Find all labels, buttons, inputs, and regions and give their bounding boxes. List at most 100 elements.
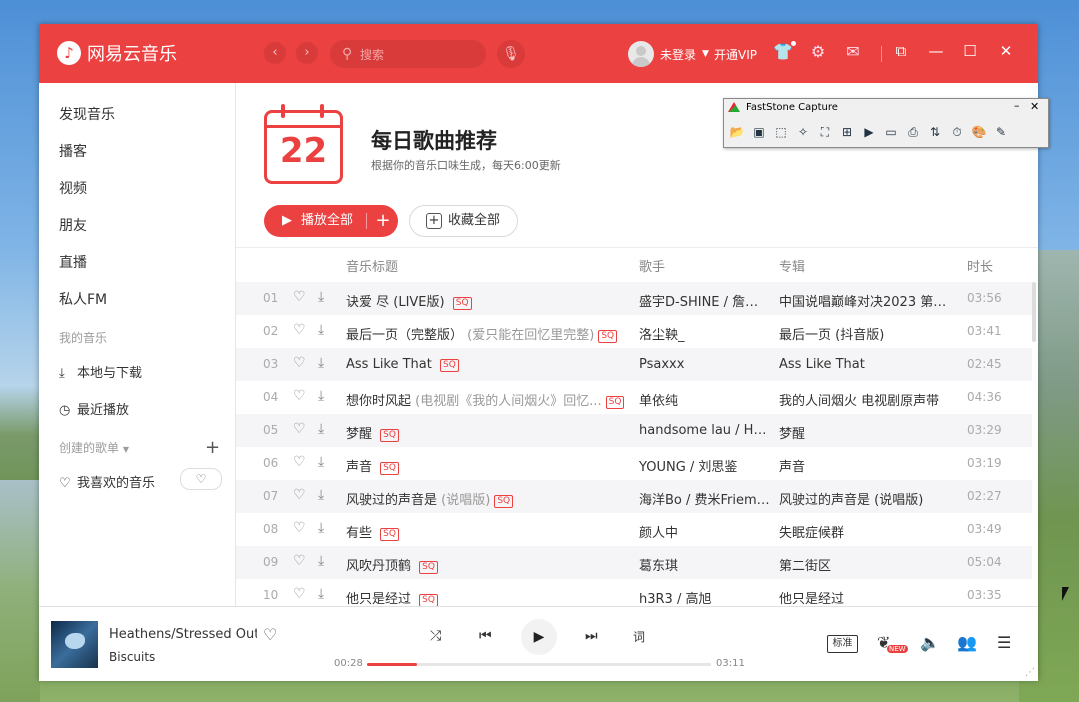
like-heart-icon[interactable]: ♡ [293,520,306,536]
sidebar-item-live[interactable]: 直播 [59,252,87,272]
open-file-icon[interactable]: 📂 [728,123,746,141]
ruler-icon[interactable]: ▭ [882,123,900,141]
song-title[interactable]: 他只是经过 SQ [346,588,631,606]
download-icon[interactable]: ⤓ [318,520,324,536]
column-header-title[interactable]: 音乐标题 [346,256,398,275]
like-heart-icon[interactable]: ♡ [293,421,306,437]
download-icon[interactable]: ⤓ [318,454,324,470]
song-title[interactable]: 风驶过的声音是 (说唱版) SQ [346,489,631,508]
vip-link[interactable]: 开通VIP [714,46,757,63]
column-header-artist[interactable]: 歌手 [639,256,665,275]
song-album[interactable]: 他只是经过 [779,588,951,606]
song-album[interactable]: 风驶过的声音是 (说唱版) [779,489,951,508]
chevron-down-icon[interactable]: ▼ [702,49,709,59]
capture-fixed-region-icon[interactable]: ⊞ [838,123,856,141]
login-link[interactable]: 未登录 [660,46,696,63]
now-playing-title[interactable]: Heathens/Stressed Out [109,627,257,642]
table-row[interactable]: 04 ♡ ⤓ 想你时风起 (电视剧《我的人间烟火》回忆... SQ 单依纯 我的人间烟火 电… [236,381,1032,414]
table-row[interactable]: 07 ♡ ⤓ 风驶过的声音是 (说唱版) SQ 海洋Bo / 费米Frieme ... 风驶… [236,480,1032,513]
song-title[interactable]: 想你时风起 (电视剧《我的人间烟火》回忆... SQ [346,390,631,409]
song-artist[interactable]: 洛尘鞅_ [639,324,771,343]
download-icon[interactable]: ⤓ [318,322,324,338]
song-album[interactable]: 梦醒 [779,423,951,442]
search-box[interactable]: ⚲ [330,40,486,70]
download-icon[interactable]: ⤓ [318,421,324,437]
table-row[interactable]: 06 ♡ ⤓ 声音 SQ YOUNG / 刘思鉴 声音 03:19 [236,447,1032,480]
song-album[interactable]: 我的人间烟火 电视剧原声带 [779,390,951,409]
search-input[interactable] [358,40,482,70]
table-row[interactable]: 05 ♡ ⤓ 梦醒 SQ handsome lau / HYF... 梦醒 03:29 [236,414,1032,447]
like-heart-icon[interactable]: ♡ [293,322,306,338]
now-playing-artist[interactable]: Biscuits [109,650,155,664]
download-icon[interactable]: ⤓ [318,487,324,503]
song-artist[interactable]: 单依纯 [639,390,771,409]
column-header-duration[interactable]: 时长 [967,256,993,275]
add-playlist-button[interactable]: + [205,437,220,458]
sidebar-item-recent[interactable]: ◷ 最近播放 [59,399,129,418]
playlist-queue-icon[interactable]: ☰ [997,633,1011,652]
song-title[interactable]: 最后一页（完整版） (爱只能在回忆里完整) SQ [346,324,631,343]
lyrics-button[interactable]: 词 [633,628,645,645]
close-icon[interactable]: ✕ [996,42,1016,60]
back-button[interactable]: ‹ [264,42,286,64]
color-picker-icon[interactable]: 🎨 [970,123,988,141]
like-heart-icon[interactable]: ♡ [293,553,306,569]
close-icon[interactable]: ✕ [1030,100,1039,113]
song-artist[interactable]: 颜人中 [639,522,771,541]
table-row[interactable]: 03 ♡ ⤓ Ass Like That SQ Psaxxx Ass Like That 0… [236,348,1032,381]
scroll-capture-icon[interactable]: ⇅ [926,123,944,141]
sidebar-item-podcast[interactable]: 播客 [59,141,87,161]
mail-icon[interactable]: ✉ [842,42,864,61]
quality-button[interactable]: 标准 [827,635,858,653]
like-heart-icon[interactable]: ♡ [263,625,277,644]
voice-search-button[interactable]: 🎙 [497,40,525,68]
song-title[interactable]: Ass Like That SQ [346,357,631,372]
like-heart-icon[interactable]: ♡ [293,454,306,470]
song-title[interactable]: 风吹丹顶鹤 SQ [346,555,631,574]
mini-mode-icon[interactable]: ⧉ [891,42,911,60]
like-heart-icon[interactable]: ♡ [293,289,306,305]
column-header-album[interactable]: 专辑 [779,256,805,275]
avatar[interactable] [628,41,654,67]
scrollbar[interactable] [1032,282,1036,342]
resize-handle-icon[interactable]: ⋰ [1025,667,1035,678]
created-playlists-heading[interactable]: 创建的歌单 ▼ [59,439,129,456]
song-artist[interactable]: 葛东琪 [639,555,771,574]
progress-bar[interactable] [367,663,711,666]
like-heart-icon[interactable]: ♡ [293,355,306,371]
song-album[interactable]: Ass Like That [779,357,951,372]
download-icon[interactable]: ⤓ [318,355,324,371]
song-album[interactable]: 声音 [779,456,951,475]
song-album[interactable]: 失眠症候群 [779,522,951,541]
sidebar-item-fm[interactable]: 私人FM [59,289,107,309]
maximize-icon[interactable]: ☐ [960,42,980,60]
song-artist[interactable]: handsome lau / HYF... [639,423,771,438]
song-artist[interactable]: YOUNG / 刘思鉴 [639,456,771,475]
song-album[interactable]: 最后一页 (抖音版) [779,324,951,343]
add-to-queue-button[interactable]: + [368,205,398,237]
sidebar-item-discover[interactable]: 发现音乐 [59,104,115,124]
screen-recorder-icon[interactable]: ▶ [860,123,878,141]
table-row[interactable]: 02 ♡ ⤓ 最后一页（完整版） (爱只能在回忆里完整) SQ 洛尘鞅_ 最后一页 (抖音版… [236,315,1032,348]
like-heart-icon[interactable]: ♡ [293,388,306,404]
sidebar-item-liked-music[interactable]: ♡ 我喜欢的音乐 [59,472,155,491]
song-album[interactable]: 中国说唱巅峰对决2023 第六... [779,291,951,310]
song-artist[interactable]: Psaxxx [639,357,771,372]
song-album[interactable]: 第二街区 [779,555,951,574]
table-row[interactable]: 01 ♡ ⤓ 诀爱 尽 (LIVE版) SQ 盛宇D-SHINE / 詹雯婷 中国说唱巅峰… [236,282,1032,315]
play-all-button[interactable]: ▶ 播放全部 [264,205,366,237]
download-icon[interactable]: ⤓ [318,388,324,404]
previous-icon[interactable]: ⏮ [479,628,492,644]
minimize-icon[interactable]: — [926,42,946,60]
capture-fullscreen-icon[interactable]: ⛶ [816,123,834,141]
table-row[interactable]: 09 ♡ ⤓ 风吹丹顶鹤 SQ 葛东琪 第二街区 05:04 [236,546,1032,579]
listen-together-icon[interactable]: 👥 [957,633,977,652]
like-heart-icon[interactable]: ♡ [293,487,306,503]
heartbeat-mode-button[interactable]: ♡ [180,468,222,490]
minimize-icon[interactable]: – [1014,99,1020,112]
next-icon[interactable]: ⏭ [585,628,598,644]
like-heart-icon[interactable]: ♡ [293,586,306,602]
song-title[interactable]: 诀爱 尽 (LIVE版) SQ [346,291,631,310]
settings-icon[interactable]: ✎ [992,123,1010,141]
collect-all-button[interactable]: + 收藏全部 [409,205,518,237]
